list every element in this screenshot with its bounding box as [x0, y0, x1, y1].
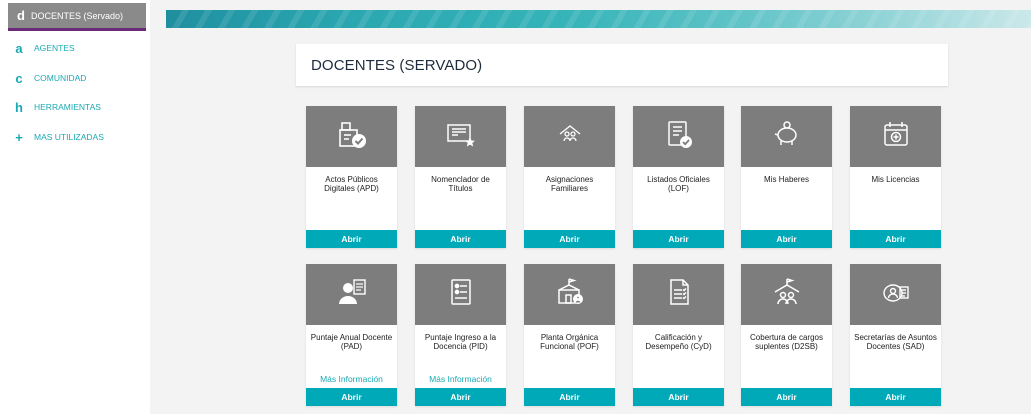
piggy-bank-icon: [770, 117, 804, 156]
abrir-button[interactable]: Abrir: [306, 230, 397, 248]
card-lof: Listados Oficiales (LOF) Abrir: [633, 106, 724, 248]
docentes-letter-icon: d: [17, 8, 25, 23]
certificate-star-icon: [444, 117, 478, 156]
sidebar-item-label: COMUNIDAD: [34, 73, 87, 83]
card-licencias: Mis Licencias Abrir: [850, 106, 941, 248]
family-house-icon: [553, 117, 587, 156]
person-document-icon: [335, 275, 369, 314]
herramientas-letter-icon: h: [15, 99, 23, 115]
abrir-button[interactable]: Abrir: [524, 388, 615, 406]
card-label: Puntaje Anual Docente (PAD): [310, 333, 393, 351]
abrir-button[interactable]: Abrir: [741, 388, 832, 406]
abrir-button[interactable]: Abrir: [633, 230, 724, 248]
card-label: Planta Orgánica Funcional (POF): [540, 333, 599, 351]
card-header: [741, 106, 832, 167]
mas-informacion-link[interactable]: Más Información: [415, 374, 506, 384]
card-header: [850, 106, 941, 167]
page-title: DOCENTES (SERVADO): [311, 56, 483, 74]
card-pof: Planta Orgánica Funcional (POF) Abrir: [524, 264, 615, 406]
school-people-icon: [770, 275, 804, 314]
sidebar: d DOCENTES (Servado) a AGENTES c COMUNID…: [0, 0, 150, 414]
abrir-button[interactable]: Abrir: [850, 230, 941, 248]
sidebar-item-herramientas[interactable]: h HERRAMIENTAS: [8, 99, 101, 115]
abrir-button[interactable]: Abrir: [850, 388, 941, 406]
list-document-check-icon: [662, 117, 696, 156]
card-label: Puntaje Ingreso a la Docencia (PID): [424, 333, 497, 351]
sidebar-item-label: DOCENTES (Servado): [30, 10, 123, 21]
card-label: Listados Oficiales (LOF): [647, 175, 710, 193]
abrir-button[interactable]: Abrir: [306, 388, 397, 406]
card-header: [850, 264, 941, 325]
id-badge-check-icon: [335, 117, 369, 156]
card-label: Calificación y Desempeño (CyD): [645, 333, 712, 351]
sidebar-item-docentes[interactable]: d DOCENTES (Servado): [8, 3, 146, 31]
card-pid: Puntaje Ingreso a la Docencia (PID) Más …: [415, 264, 506, 406]
card-header: [633, 264, 724, 325]
sidebar-item-mas-utilizadas[interactable]: + MAS UTILIZADAS: [8, 129, 104, 145]
card-apd: Actos Públicos Digitales (APD) Abrir: [306, 106, 397, 248]
card-label: Nomenclador de Títulos: [431, 175, 490, 193]
calendar-plus-icon: [879, 117, 913, 156]
card-header: [306, 264, 397, 325]
school-building-icon: [553, 275, 587, 314]
abrir-button[interactable]: Abrir: [633, 388, 724, 406]
card-pad: Puntaje Anual Docente (PAD) Más Informac…: [306, 264, 397, 406]
abrir-button[interactable]: Abrir: [524, 230, 615, 248]
sidebar-item-agentes[interactable]: a AGENTES: [8, 40, 75, 56]
secretary-people-icon: [879, 275, 913, 314]
card-label: Mis Licencias: [871, 175, 920, 184]
card-haberes: Mis Haberes Abrir: [741, 106, 832, 248]
sidebar-item-label: HERRAMIENTAS: [34, 102, 101, 112]
id-list-document-icon: [444, 275, 478, 314]
card-header: [524, 106, 615, 167]
header-banner-pattern: [166, 10, 1031, 28]
card-label: Asignaciones Familiares: [545, 175, 594, 193]
card-nomenclador: Nomenclador de Títulos Abrir: [415, 106, 506, 248]
card-header: [633, 106, 724, 167]
card-header: [415, 106, 506, 167]
card-header: [415, 264, 506, 325]
page-title-card: DOCENTES (SERVADO): [296, 44, 948, 86]
card-header: [306, 106, 397, 167]
mas-informacion-link[interactable]: Más Información: [306, 374, 397, 384]
card-asignaciones: Asignaciones Familiares Abrir: [524, 106, 615, 248]
sidebar-item-label: AGENTES: [34, 43, 75, 53]
comunidad-letter-icon: c: [15, 70, 23, 86]
sidebar-item-label: MAS UTILIZADAS: [34, 132, 104, 142]
card-header: [524, 264, 615, 325]
card-sad: Secretarías de Asuntos Docentes (SAD) Ab…: [850, 264, 941, 406]
card-label: Secretarías de Asuntos Docentes (SAD): [854, 333, 937, 351]
sidebar-item-comunidad[interactable]: c COMUNIDAD: [8, 70, 86, 86]
agentes-letter-icon: a: [15, 40, 23, 56]
abrir-button[interactable]: Abrir: [415, 388, 506, 406]
card-header: [741, 264, 832, 325]
plus-icon: +: [15, 129, 23, 145]
card-cyd: Calificación y Desempeño (CyD) Abrir: [633, 264, 724, 406]
evaluation-document-icon: [662, 275, 696, 314]
card-d2sb: Cobertura de cargos suplentes (D2SB) Abr…: [741, 264, 832, 406]
card-label: Cobertura de cargos suplentes (D2SB): [750, 333, 823, 351]
abrir-button[interactable]: Abrir: [415, 230, 506, 248]
card-label: Mis Haberes: [764, 175, 809, 184]
abrir-button[interactable]: Abrir: [741, 230, 832, 248]
card-label: Actos Públicos Digitales (APD): [324, 175, 379, 193]
